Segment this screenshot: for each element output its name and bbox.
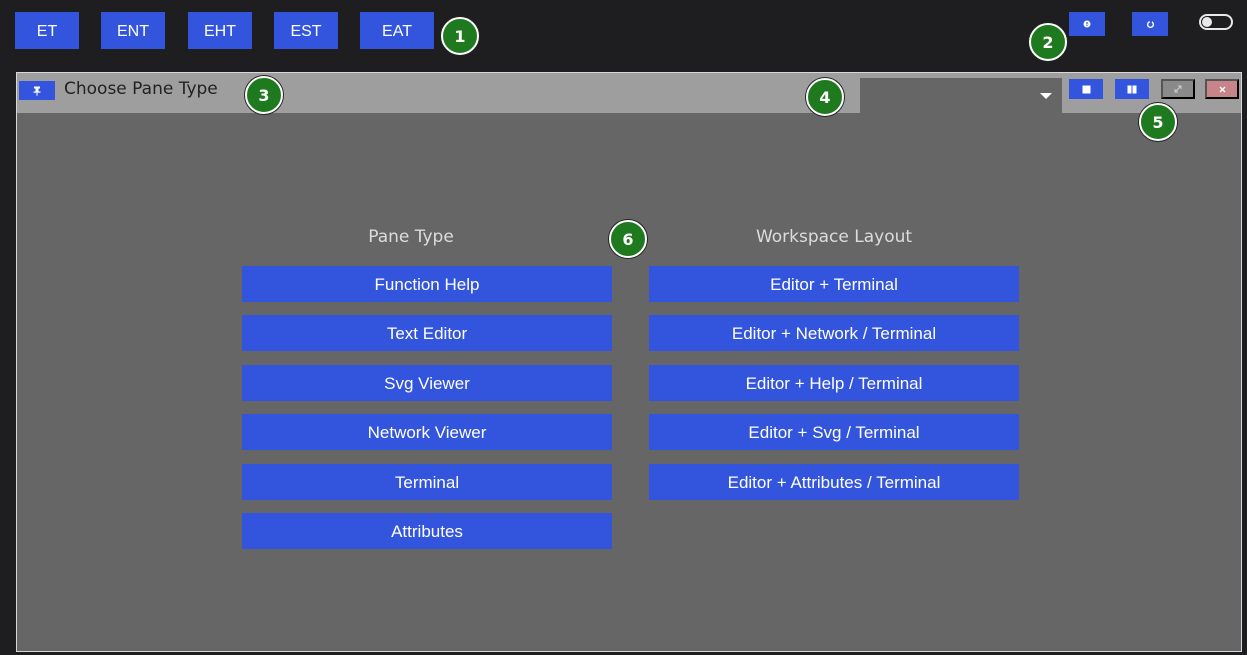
refresh-icon: [1146, 19, 1154, 28]
annotation-badge-3: 3: [245, 76, 283, 114]
workspace-layout-heading: Workspace Layout: [755, 227, 913, 247]
workspace-layout-editor-help-terminal[interactable]: Editor + Help / Terminal: [649, 365, 1019, 401]
expand-icon: [1174, 85, 1182, 93]
layout-button-est[interactable]: EST: [274, 12, 338, 49]
workspace-layout-editor-terminal[interactable]: Editor + Terminal: [649, 266, 1019, 302]
square-icon: [1082, 85, 1090, 93]
pane-select[interactable]: [860, 78, 1062, 113]
annotation-badge-2: 2: [1029, 23, 1067, 61]
pane-type-heading: Pane Type: [368, 227, 454, 247]
layout-button-ent[interactable]: ENT: [101, 12, 165, 49]
toggle-knob: [1202, 17, 1212, 27]
pane-type-terminal[interactable]: Terminal: [242, 464, 612, 500]
workspace-layout-editor-attributes-terminal[interactable]: Editor + Attributes / Terminal: [649, 464, 1019, 500]
annotation-badge-6: 6: [609, 220, 647, 258]
pane-type-svg-viewer[interactable]: Svg Viewer: [242, 365, 612, 401]
caret-down-icon: [1040, 93, 1052, 99]
pane-type-text-editor[interactable]: Text Editor: [242, 315, 612, 351]
pane-type-network-viewer[interactable]: Network Viewer: [242, 414, 612, 450]
close-button[interactable]: [1205, 79, 1239, 99]
layout-button-eat[interactable]: EAT: [360, 12, 434, 49]
pane: Choose Pane Type: [16, 72, 1242, 652]
theme-toggle[interactable]: [1199, 14, 1233, 30]
split-pane-button[interactable]: [1115, 79, 1149, 99]
pane-type-function-help[interactable]: Function Help: [242, 266, 612, 302]
help-button[interactable]: [1069, 12, 1105, 36]
annotation-badge-4: 4: [806, 78, 844, 116]
workspace-layout-editor-svg-terminal[interactable]: Editor + Svg / Terminal: [649, 414, 1019, 450]
layout-button-et[interactable]: ET: [15, 12, 79, 49]
refresh-button[interactable]: [1132, 12, 1168, 36]
pane-header: Choose Pane Type: [17, 73, 1241, 113]
annotation-badge-1: 1: [441, 17, 479, 55]
annotation-badge-5: 5: [1139, 103, 1177, 141]
pin-button[interactable]: [19, 81, 55, 100]
split-square-icon: [1127, 85, 1137, 93]
close-icon: [1219, 86, 1225, 92]
workspace-layout-editor-network-terminal[interactable]: Editor + Network / Terminal: [649, 315, 1019, 351]
pane-type-attributes[interactable]: Attributes: [242, 513, 612, 549]
maximize-button[interactable]: [1161, 79, 1195, 99]
question-icon: [1083, 20, 1091, 28]
pin-icon: [33, 86, 41, 96]
single-pane-button[interactable]: [1069, 79, 1103, 99]
pane-title: Choose Pane Type: [64, 79, 218, 99]
layout-button-eht[interactable]: EHT: [188, 12, 252, 49]
